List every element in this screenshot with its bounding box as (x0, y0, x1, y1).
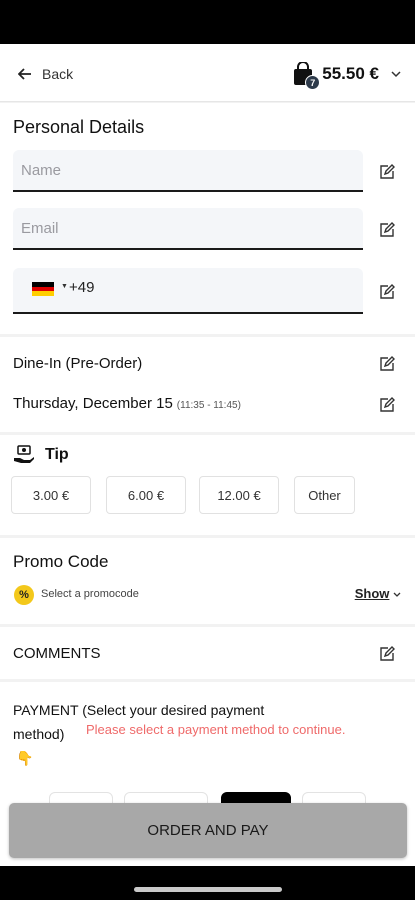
show-label: Show (354, 586, 390, 601)
tip-option-3[interactable]: 3.00 € (11, 476, 91, 514)
order-date: Thursday, December 15 (13, 395, 173, 412)
tip-option-other[interactable]: Other (294, 476, 355, 514)
show-promo-button[interactable]: Show (355, 586, 401, 601)
cart-total: 55.50 € (322, 64, 379, 83)
tip-header: Tip (13, 445, 69, 465)
chevron-down-icon (391, 70, 401, 77)
cart-count-badge: 7 (305, 75, 321, 90)
edit-icon[interactable] (379, 356, 395, 372)
shopping-bag-icon: 7 (292, 61, 321, 90)
order-type: Dine-In (Pre-Order) (13, 355, 143, 372)
tip-title: Tip (45, 446, 69, 463)
order-time-range: (11:35 - 11:45) (176, 400, 241, 411)
order-and-pay-button[interactable]: ORDER AND PAY (9, 803, 407, 858)
edit-icon[interactable] (379, 164, 395, 180)
personal-details-title: Personal Details (13, 117, 145, 137)
name-input[interactable] (13, 150, 363, 190)
email-field[interactable] (13, 208, 363, 250)
edit-icon[interactable] (379, 222, 395, 238)
back-button[interactable]: Back (18, 66, 73, 82)
promo-title: Promo Code (13, 552, 109, 571)
tip-option-12[interactable]: 12.00 € (199, 476, 279, 514)
status-bar (0, 0, 415, 44)
comments-title: COMMENTS (13, 645, 101, 662)
caret-down-icon[interactable]: ▼ (61, 283, 68, 290)
top-bar: Back 7 55.50 € (0, 44, 415, 102)
comments-section[interactable]: COMMENTS (0, 627, 415, 679)
germany-flag-icon[interactable] (32, 282, 54, 296)
system-nav-bar (0, 866, 415, 900)
promo-section: Promo Code % Select a promocode Show (0, 538, 415, 624)
email-input[interactable] (13, 208, 363, 248)
promo-select-label[interactable]: Select a promocode (41, 588, 139, 600)
personal-details-section: Personal Details ▼ +49 (0, 103, 415, 334)
edit-icon[interactable] (379, 646, 395, 662)
tip-option-6[interactable]: 6.00 € (106, 476, 186, 514)
pointing-down-icon: 👇 (16, 750, 34, 766)
tip-section: Tip 3.00 € 6.00 € 12.00 € Other (0, 435, 415, 535)
order-details-section: Dine-In (Pre-Order) Thursday, December 1… (0, 337, 415, 432)
arrow-left-icon (18, 68, 31, 80)
dial-code[interactable]: +49 (69, 279, 94, 296)
phone-field[interactable]: ▼ +49 (13, 268, 363, 314)
order-date-row: Thursday, December 15 (11:35 - 11:45) (13, 395, 241, 412)
edit-icon[interactable] (379, 284, 395, 300)
edit-icon[interactable] (379, 397, 395, 413)
chevron-down-icon (393, 592, 401, 597)
percent-icon: % (14, 585, 34, 605)
back-label: Back (42, 66, 74, 82)
name-field[interactable] (13, 150, 363, 192)
cart-summary[interactable]: 7 55.50 € (292, 61, 401, 90)
home-indicator[interactable] (134, 887, 282, 892)
payment-warning: Please select a payment method to contin… (86, 722, 346, 737)
tip-hand-coin-icon (14, 445, 34, 463)
